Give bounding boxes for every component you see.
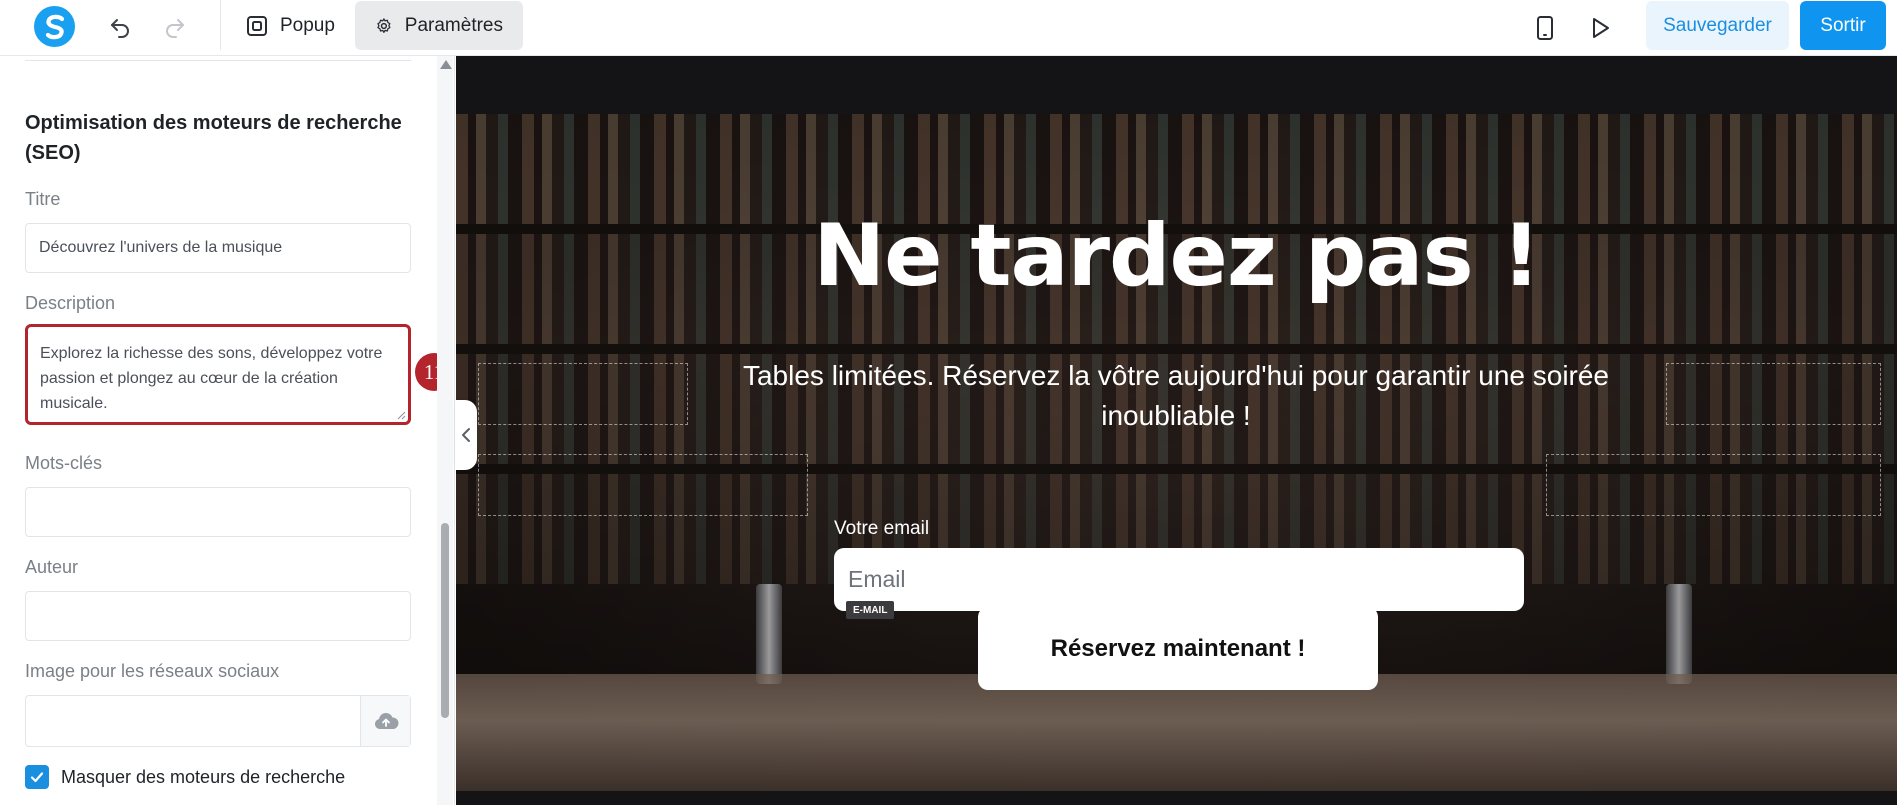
play-icon xyxy=(1593,18,1609,38)
redo-button[interactable] xyxy=(157,10,193,46)
undo-icon xyxy=(111,19,129,38)
tab-parametres-label: Paramètres xyxy=(404,14,503,36)
email-field-tag: E-MAIL xyxy=(846,601,895,619)
exit-button[interactable]: Sortir xyxy=(1800,1,1886,50)
empty-block-placeholder[interactable] xyxy=(1666,363,1881,425)
hero-subtitle[interactable]: Tables limitées. Réservez la vôtre aujou… xyxy=(726,356,1626,436)
gear-icon xyxy=(377,17,391,33)
hide-from-search-label: Masquer des moteurs de recherche xyxy=(61,766,346,787)
background-counter xyxy=(456,674,1897,791)
email-input[interactable]: Email xyxy=(834,548,1524,611)
resize-grip-icon[interactable] xyxy=(396,410,406,420)
chevron-left-icon xyxy=(462,428,470,442)
title-field[interactable]: Découvrez l'univers de la musique xyxy=(25,223,411,273)
hide-from-search-row[interactable]: Masquer des moteurs de recherche xyxy=(25,765,345,789)
hero-title[interactable]: Ne tardez pas ! xyxy=(456,206,1897,306)
app-logo[interactable] xyxy=(34,6,75,47)
logo-s-icon xyxy=(45,14,64,39)
description-field[interactable]: Explorez la richesse des sons, développe… xyxy=(25,324,411,425)
collapse-panel-button[interactable] xyxy=(455,400,477,470)
top-toolbar: Popup Paramètres Sauvegarder Sortir xyxy=(0,0,1897,56)
play-preview-button[interactable] xyxy=(1582,10,1618,46)
section-divider xyxy=(25,60,411,61)
upload-button[interactable] xyxy=(360,696,410,746)
title-label: Titre xyxy=(25,189,61,209)
empty-block-placeholder[interactable] xyxy=(1546,454,1881,516)
checkmark-icon xyxy=(30,772,44,783)
email-placeholder: Email xyxy=(848,566,906,592)
social-image-label: Image pour les réseaux sociaux xyxy=(25,661,280,681)
seo-section-title: Optimisation des moteurs de recherche (S… xyxy=(25,112,402,164)
cloud-upload-icon xyxy=(374,712,399,729)
redo-icon xyxy=(166,19,184,38)
undo-button[interactable] xyxy=(102,10,138,46)
author-field[interactable] xyxy=(25,591,411,641)
hide-from-search-checkbox[interactable] xyxy=(25,765,49,789)
background-beer-tap xyxy=(756,584,782,684)
mobile-preview-button[interactable] xyxy=(1527,10,1563,46)
description-value: Explorez la richesse des sons, développe… xyxy=(40,345,383,412)
description-label: Description xyxy=(25,293,116,313)
tab-popup-label: Popup xyxy=(280,14,335,36)
background-shelf xyxy=(456,344,1897,354)
tab-parametres[interactable]: Paramètres xyxy=(355,1,523,50)
author-label: Auteur xyxy=(25,557,79,577)
scroll-up-arrow-icon[interactable] xyxy=(440,60,452,69)
toolbar-divider xyxy=(220,0,221,50)
preview-canvas: Ne tardez pas ! Tables limitées. Réserve… xyxy=(456,56,1897,805)
save-button[interactable]: Sauvegarder xyxy=(1646,1,1789,50)
social-image-field[interactable] xyxy=(25,695,411,747)
email-label: Votre email xyxy=(834,518,930,539)
empty-block-placeholder[interactable] xyxy=(478,454,808,516)
scrollbar-thumb[interactable] xyxy=(441,523,449,718)
keywords-field[interactable] xyxy=(25,487,411,537)
settings-panel: Optimisation des moteurs de recherche (S… xyxy=(0,56,455,805)
background-beer-tap xyxy=(1666,584,1692,684)
popup-icon xyxy=(247,15,267,36)
mobile-preview-icon xyxy=(1537,16,1553,40)
empty-block-placeholder[interactable] xyxy=(478,363,688,425)
reserve-button[interactable]: Réservez maintenant ! xyxy=(978,607,1378,690)
tab-popup[interactable]: Popup xyxy=(226,1,355,50)
keywords-label: Mots-clés xyxy=(25,453,103,473)
